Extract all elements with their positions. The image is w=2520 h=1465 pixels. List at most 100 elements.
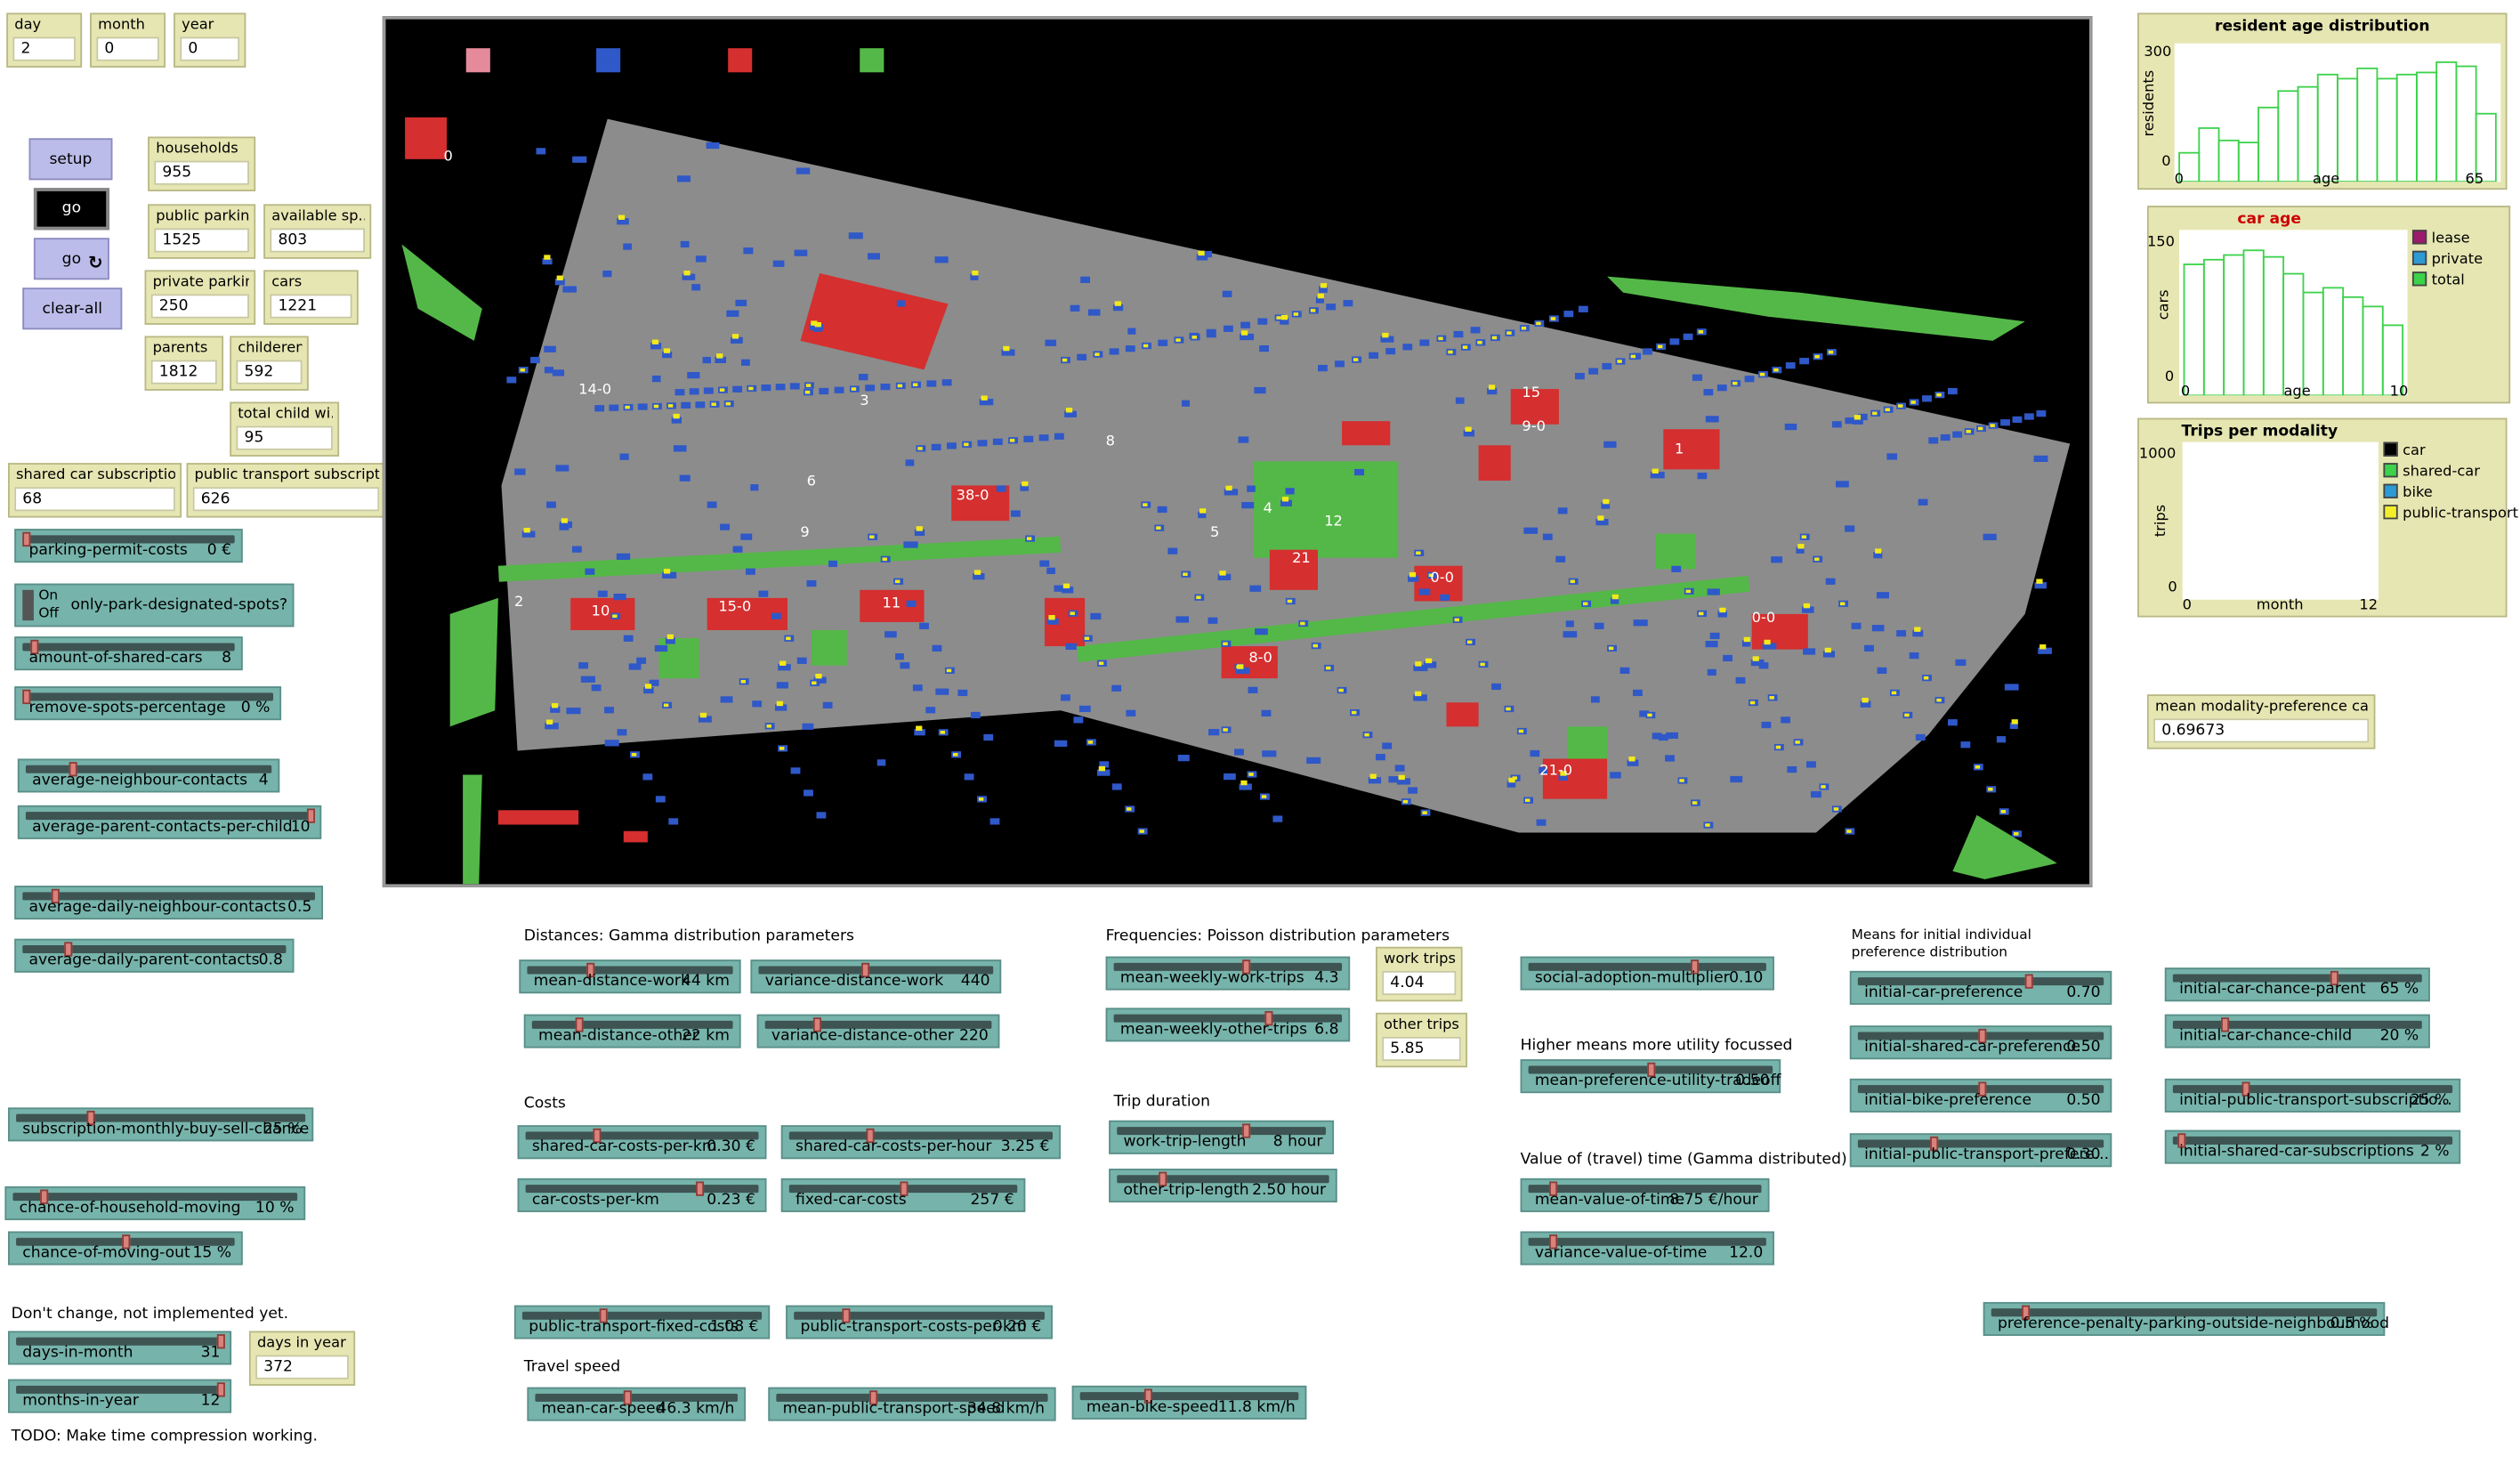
initial-means-note-2: preference distribution xyxy=(1851,944,2008,962)
slider-value: 0.30 € xyxy=(707,1137,755,1156)
car-costs-per-km-slider[interactable]: car-costs-per-km 0.23 € xyxy=(517,1178,767,1212)
utility-note: Higher means more utility focussed xyxy=(1520,1036,1793,1055)
car xyxy=(2039,644,2047,650)
legend-label: shared-car xyxy=(2403,464,2480,482)
car xyxy=(1062,358,1068,362)
variance-value-of-time-slider[interactable]: variance-value-of-time 12.0 xyxy=(1520,1231,1774,1266)
mean-public-transport-speed-slider[interactable]: mean-public-transport-speed 34.8 km/h xyxy=(768,1387,1056,1421)
go-once-button[interactable]: go xyxy=(33,188,109,231)
histogram-bar xyxy=(2455,65,2477,182)
initial-car-preference-slider[interactable]: initial-car-preference 0.70 xyxy=(1849,970,2112,1005)
mean-weekly-other-trips-slider[interactable]: mean-weekly-other-trips 6.8 xyxy=(1105,1008,1351,1042)
house xyxy=(1247,485,1256,492)
house xyxy=(816,812,827,819)
house xyxy=(1223,325,1233,332)
public-transport-costs-per-km-slider[interactable]: public-transport-costs-per-km 0.20 € xyxy=(786,1305,1053,1340)
only-park-designated-spots-switch[interactable]: On Off only-park-designated-spots? xyxy=(14,583,295,627)
histogram-bar xyxy=(2198,127,2220,182)
shared-car-costs-per-km-slider[interactable]: shared-car-costs-per-km 0.30 € xyxy=(517,1125,767,1160)
histogram-bar xyxy=(2322,287,2345,397)
initial-shared-car-preference-slider[interactable]: initial-shared-car-preference 0.50 xyxy=(1849,1025,2112,1060)
trips-plot-area xyxy=(2182,441,2379,600)
parking-permit-costs-slider[interactable]: parking-permit-costs 0 € xyxy=(14,529,243,563)
house xyxy=(636,657,647,664)
switch-toggle[interactable] xyxy=(22,589,34,621)
house xyxy=(1418,588,1431,595)
legend-swatch xyxy=(2411,271,2427,287)
remove-spots-percentage-slider[interactable]: remove-spots-percentage 0 % xyxy=(14,686,282,721)
car xyxy=(1769,696,1774,700)
house xyxy=(1735,676,1746,684)
world-map[interactable]: 0 14-0 38-0 15-0 10 11 9 4 12 21 0-0 9-0 15 1 8-0 21-0 0… xyxy=(385,20,2088,885)
car xyxy=(1364,732,1369,737)
preference-penalty-parking-outside-neighbourhood-slider[interactable]: preference-penalty-parking-outside-neigh… xyxy=(1983,1301,2389,1336)
histogram-bar xyxy=(2237,142,2259,182)
slider-label: shared-car-costs-per-km xyxy=(531,1137,717,1156)
trips-title: Trips per modality xyxy=(2181,423,2338,441)
variance-distance-work-slider[interactable]: variance-distance-work 440 xyxy=(750,959,1002,994)
mean-weekly-work-trips-slider[interactable]: mean-weekly-work-trips 4.3 xyxy=(1105,956,1351,991)
setup-button[interactable]: setup xyxy=(28,138,113,181)
amount-of-shared-cars-slider[interactable]: amount-of-shared-cars 8 xyxy=(14,636,243,671)
slider-value: 15 % xyxy=(192,1243,232,1262)
mean-distance-work-slider[interactable]: mean-distance-work 44 km xyxy=(519,959,741,994)
house xyxy=(819,387,829,395)
variance-distance-other-slider[interactable]: variance-distance-other 220 xyxy=(756,1014,1000,1048)
fixed-car-costs-slider[interactable]: fixed-car-costs 257 € xyxy=(780,1178,1026,1212)
car xyxy=(1293,312,1299,316)
house xyxy=(1054,433,1064,440)
chance-of-moving-out-slider[interactable]: chance-of-moving-out 15 % xyxy=(8,1231,243,1266)
legend-swatch-blue xyxy=(596,48,621,73)
average-daily-neighbour-contacts-slider[interactable]: average-daily-neighbour-contacts 0.5 xyxy=(14,886,324,920)
subscription-monthly-buy-sell-chance-slider[interactable]: subscription-monthly-buy-sell-chance 25 % xyxy=(8,1107,314,1142)
go-forever-button[interactable]: go ↻ xyxy=(33,238,109,280)
car-age-plot: car age lease private total 150 0 0 10 age cars xyxy=(2146,206,2511,404)
occupancy-label: 9-0 xyxy=(1522,417,1546,434)
car xyxy=(1611,594,1619,600)
car xyxy=(520,368,525,372)
chance-of-household-moving-slider[interactable]: chance-of-household-moving 10 % xyxy=(4,1186,306,1220)
house xyxy=(689,388,699,395)
car-xmax-label: 10 xyxy=(2389,384,2409,401)
initial-public-transport-subscriptio...-slider[interactable]: initial-public-transport-subscriptio... 2… xyxy=(2164,1078,2461,1113)
house xyxy=(996,485,1006,492)
months-in-year-slider[interactable]: months-in-year 12 xyxy=(8,1379,232,1413)
shared-car-costs-per-hour-slider[interactable]: shared-car-costs-per-hour 3.25 € xyxy=(780,1125,1062,1160)
house xyxy=(1707,588,1720,595)
world-view[interactable]: 0 14-0 38-0 15-0 10 11 9 4 12 21 0-0 9-0 15 1 8-0 21-0 0… xyxy=(382,16,2093,887)
car xyxy=(1199,508,1207,514)
slider-label: chance-of-household-moving xyxy=(19,1199,241,1218)
legend-car: car xyxy=(2383,441,2426,460)
mean-bike-speed-slider[interactable]: mean-bike-speed 11.8 km/h xyxy=(1071,1385,1307,1420)
initial-bike-preference-slider[interactable]: initial-bike-preference 0.50 xyxy=(1849,1078,2112,1113)
work-trip-length-slider[interactable]: work-trip-length 8 hour xyxy=(1109,1120,1335,1154)
days-in-month-slider[interactable]: days-in-month 31 xyxy=(8,1331,232,1365)
public-transport-fixed-costs-slider[interactable]: public-transport-fixed-costs 1.08 € xyxy=(513,1305,771,1340)
initial-car-chance-parent-slider[interactable]: initial-car-chance-parent 65 % xyxy=(2164,967,2430,1002)
slider-handle[interactable] xyxy=(2025,974,2034,989)
average-daily-parent-contacts-slider[interactable]: average-daily-parent-contacts 0.8 xyxy=(14,938,295,973)
mean-value-of-time-slider[interactable]: mean-value-of-time 8.75 €/hour xyxy=(1520,1178,1770,1212)
average-neighbour-contacts-slider[interactable]: average-neighbour-contacts 4 xyxy=(17,758,280,793)
park-block-c xyxy=(1655,533,1696,570)
clear-all-button[interactable]: clear-all xyxy=(22,287,123,330)
mean-distance-other-slider[interactable]: mean-distance-other 22 km xyxy=(523,1014,741,1048)
car xyxy=(1280,314,1288,320)
initial-public-transport-prefere...-slider[interactable]: initial-public-transport-prefere... 0.30 xyxy=(1849,1133,2112,1168)
slider-handle[interactable] xyxy=(695,1181,704,1196)
mean-car-speed-slider[interactable]: mean-car-speed 46.3 km/h xyxy=(527,1387,747,1421)
house xyxy=(1065,643,1077,650)
car xyxy=(1550,317,1556,320)
other-trip-length-slider[interactable]: other-trip-length 2.50 hour xyxy=(1109,1169,1337,1202)
average-parent-contacts-per-child-slider[interactable]: average-parent-contacts-per-child 10 xyxy=(17,805,322,839)
mean-preference-utility-tradeoff-slider[interactable]: mean-preference-utility-tradeoff 0.50 xyxy=(1520,1059,1781,1094)
house xyxy=(506,376,517,384)
total-child-label: total child wi... xyxy=(238,406,333,424)
slider-label: work-trip-length xyxy=(1123,1133,1247,1152)
initial-car-chance-child-slider[interactable]: initial-car-chance-child 20 % xyxy=(2164,1014,2430,1048)
initial-shared-car-subscriptions-slider[interactable]: initial-shared-car-subscriptions 2 % xyxy=(2164,1129,2461,1164)
social-adoption-multiplier-slider[interactable]: social-adoption-multiplier 0.10 xyxy=(1520,956,1774,991)
car xyxy=(1084,636,1090,641)
house xyxy=(740,359,750,366)
house xyxy=(530,356,540,364)
